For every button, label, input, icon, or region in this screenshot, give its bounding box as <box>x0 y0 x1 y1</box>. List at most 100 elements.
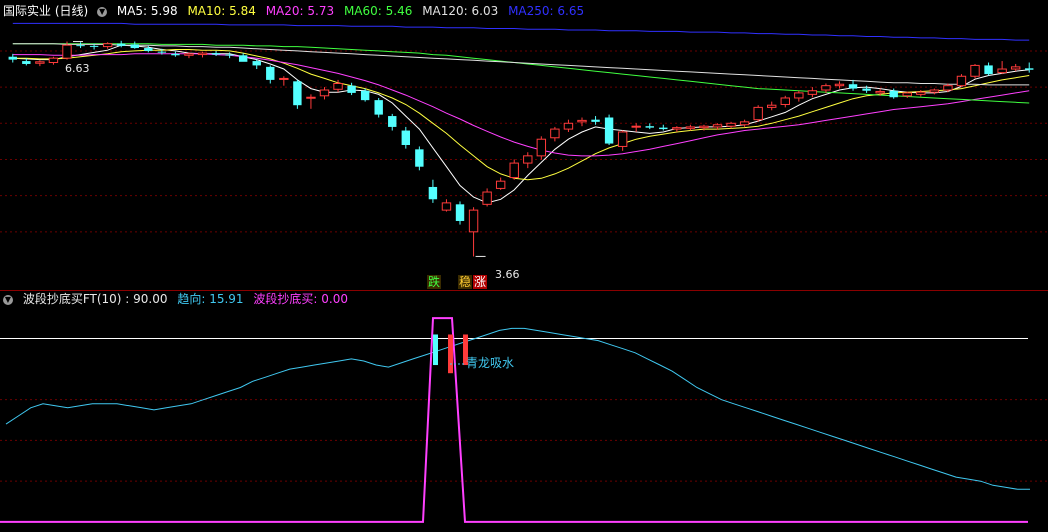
candle-body <box>970 64 980 77</box>
indicator-name[interactable]: 波段抄底买FT(10) : 90.00 <box>23 292 168 306</box>
candle-body <box>293 81 302 106</box>
trend-label: 趋向: 15.91 <box>177 292 244 306</box>
candle-body <box>197 52 208 56</box>
stock-chart-window: 国际实业 (日线) ▼ MA5: 5.98 MA10: 5.84 MA20: 5… <box>0 0 1048 532</box>
candle-body <box>956 75 967 87</box>
candle-body <box>780 97 790 105</box>
candle-body <box>374 100 383 115</box>
stock-title[interactable]: 国际实业 (日线) <box>3 4 88 18</box>
candle-body <box>699 125 709 129</box>
candle-body <box>523 155 533 164</box>
candle-body <box>794 92 804 99</box>
signal-bar <box>448 334 453 374</box>
candle-body <box>144 48 153 51</box>
candle-body <box>428 186 438 200</box>
trend-line <box>5 327 1030 490</box>
chart-canvas[interactable] <box>0 0 1048 532</box>
buy-label: 波段抄底买: 0.00 <box>253 292 348 306</box>
candle-body <box>279 77 289 80</box>
candle-body <box>902 92 912 97</box>
candle-body <box>347 85 356 93</box>
candle-body <box>631 125 641 128</box>
candle-body <box>360 90 370 101</box>
chevron-down-icon[interactable]: ▼ <box>97 6 108 17</box>
candle-body <box>753 106 763 121</box>
candle-body <box>238 55 248 62</box>
candle-body <box>577 119 587 123</box>
ma60-label: MA60: 5.46 <box>343 4 413 18</box>
candle-body <box>441 202 452 211</box>
ma20-label: MA20: 5.73 <box>265 4 335 18</box>
ma10-line <box>12 49 1030 181</box>
candle-body <box>102 43 113 48</box>
candle-body <box>889 90 898 98</box>
candlestick-series <box>8 40 1034 257</box>
candle-body <box>563 122 574 130</box>
candle-body <box>509 162 519 179</box>
signal-die: 跌 <box>427 275 442 289</box>
candle-body <box>266 66 275 80</box>
ma5-label: MA5: 5.98 <box>116 4 178 18</box>
candle-body <box>252 61 261 66</box>
candle-body <box>712 124 723 128</box>
candle-body <box>8 56 17 60</box>
candle-body <box>875 90 885 94</box>
candle-body <box>645 126 654 128</box>
candle-body <box>306 96 316 99</box>
main-header: 国际实业 (日线) ▼ MA5: 5.98 MA10: 5.84 MA20: 5… <box>3 3 590 19</box>
candle-body <box>943 85 953 91</box>
candle-body <box>767 104 777 108</box>
candle-body <box>550 128 560 139</box>
candle-body <box>997 68 1007 74</box>
candle-body <box>604 117 614 144</box>
chevron-down-icon[interactable]: ▼ <box>3 294 13 305</box>
moving-average-lines <box>12 22 1030 204</box>
qinglong-label: 青龙吸水 <box>466 356 515 370</box>
candle-body <box>1010 66 1021 70</box>
candle-body <box>482 191 492 205</box>
candle-body <box>76 45 85 47</box>
main-grid <box>0 50 1048 233</box>
candle-body <box>848 84 858 89</box>
candle-body <box>225 54 234 56</box>
candle-body <box>157 51 167 53</box>
candle-body <box>685 126 696 129</box>
candle-body <box>672 127 682 130</box>
ma120-label: MA120: 6.03 <box>422 4 499 18</box>
candle-body <box>536 138 547 157</box>
ma20-line <box>12 53 1030 157</box>
candle-body <box>617 131 628 147</box>
candle-body <box>862 88 871 91</box>
candle-body <box>591 119 600 122</box>
signal-wen: 稳 <box>458 275 473 289</box>
candle-body <box>89 45 99 47</box>
high-price-label: 6.63 <box>65 62 90 75</box>
candle-body <box>984 65 993 75</box>
candle-body <box>388 116 397 127</box>
candle-body <box>130 44 139 49</box>
signal-zhang: 涨 <box>473 275 488 289</box>
signal-bar <box>433 334 438 366</box>
sub-indicator-lines <box>0 317 1030 523</box>
candle-body <box>468 209 479 233</box>
candle-body <box>659 127 668 130</box>
candle-body <box>319 89 330 97</box>
candle-body <box>333 83 343 90</box>
candle-body <box>48 57 59 64</box>
candle-body <box>415 149 424 167</box>
candle-body <box>916 91 926 95</box>
candle-body <box>22 61 31 64</box>
candle-body <box>1025 68 1034 70</box>
ma250-line <box>12 22 1030 41</box>
candle-body <box>807 90 818 95</box>
candle-body <box>35 61 45 64</box>
candle-body <box>116 43 126 46</box>
candle-body <box>821 85 831 91</box>
ma10-label: MA10: 5.84 <box>187 4 256 18</box>
candle-body <box>834 83 845 87</box>
candle-body <box>211 53 221 55</box>
candle-body <box>171 53 180 56</box>
buy-line <box>0 317 1028 523</box>
sub-grid <box>0 338 1048 482</box>
candle-body <box>739 121 750 126</box>
